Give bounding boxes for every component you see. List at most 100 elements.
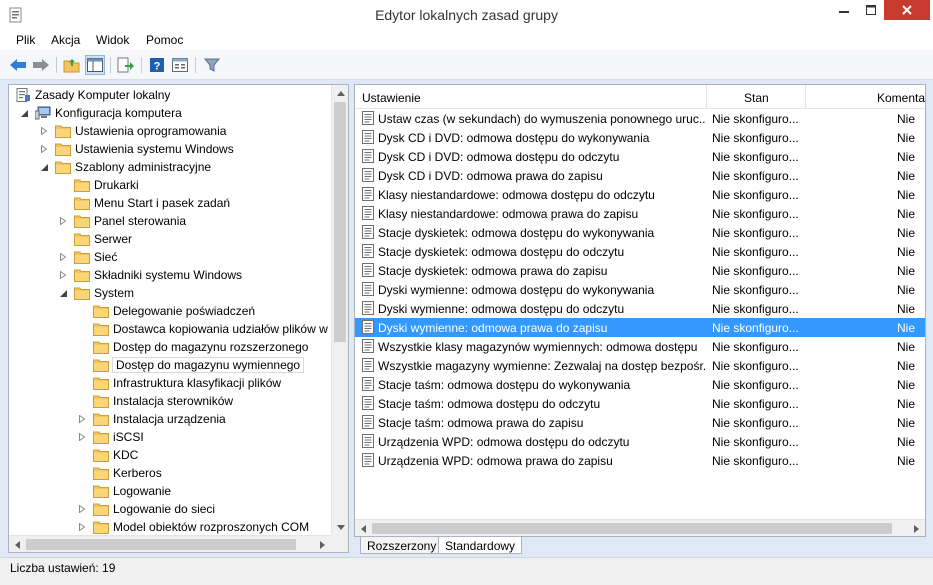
tab-rozszerzony[interactable]: Rozszerzony	[360, 537, 444, 554]
policy-setting-icon	[362, 358, 374, 372]
table-row[interactable]: Dysk CD i DVD: odmowa prawa do zapisu Nie…	[355, 166, 925, 185]
collapse-arrow-icon[interactable]	[58, 288, 68, 298]
table-row[interactable]: Urządzenia WPD: odmowa dostępu do odczyt…	[355, 432, 925, 451]
scrollbar-corner	[331, 535, 348, 552]
list-horizontal-scrollbar[interactable]	[355, 519, 925, 536]
forward-icon	[33, 59, 49, 71]
tree-item[interactable]: Delegowanie poświadczeń	[77, 302, 255, 320]
tree-item[interactable]: System	[58, 284, 134, 302]
setting-comment-cell: Nie	[897, 302, 916, 316]
scroll-thumb[interactable]	[372, 523, 892, 534]
tree-item[interactable]: Instalacja sterowników	[77, 392, 233, 410]
menu-pomoc[interactable]: Pomoc	[146, 33, 183, 47]
show-hide-tree-icon	[87, 58, 103, 72]
table-row[interactable]: Dyski wymienne: odmowa dostępu do odczyt…	[355, 299, 925, 318]
tree-item[interactable]: Ustawienia systemu Windows	[39, 140, 234, 158]
collapse-arrow-icon[interactable]	[19, 108, 29, 118]
tree-item[interactable]: Logowanie do sieci	[77, 500, 215, 518]
scroll-right-arrow[interactable]	[314, 536, 331, 552]
collapse-arrow-icon[interactable]	[39, 162, 49, 172]
table-row[interactable]: Klasy niestandardowe: odmowa prawa do za…	[355, 204, 925, 223]
tree-item[interactable]: Menu Start i pasek zadań	[58, 194, 230, 212]
table-row[interactable]: Stacje taśm: odmowa dostępu do wykonywan…	[355, 375, 925, 394]
setting-state-cell: Nie skonfiguro...	[712, 321, 799, 335]
table-row[interactable]: Dyski wymienne: odmowa dostępu do wykony…	[355, 280, 925, 299]
expand-arrow-icon[interactable]	[39, 126, 49, 136]
forward-button[interactable]	[31, 55, 51, 75]
table-row[interactable]: Stacje dyskietek: odmowa dostępu do wyko…	[355, 223, 925, 242]
tree-item[interactable]: Dostawca kopiowania udziałów plików w t	[77, 320, 334, 338]
tree-item[interactable]: Infrastruktura klasyfikacji plików	[77, 374, 281, 392]
table-row[interactable]: Dyski wymienne: odmowa prawa do zapisu Ni…	[355, 318, 925, 337]
tree-item[interactable]: Instalacja urządzenia	[77, 410, 226, 428]
filter-button[interactable]	[202, 55, 222, 75]
close-button[interactable]	[884, 0, 930, 20]
table-row[interactable]: Dysk CD i DVD: odmowa dostępu do wykonyw…	[355, 128, 925, 147]
table-row[interactable]: Stacje dyskietek: odmowa dostępu do odcz…	[355, 242, 925, 261]
table-row[interactable]: Stacje dyskietek: odmowa prawa do zapisu…	[355, 261, 925, 280]
scroll-thumb[interactable]	[334, 102, 346, 342]
expand-arrow-icon[interactable]	[58, 216, 68, 226]
menu-plik[interactable]: Plik	[16, 33, 35, 47]
scroll-left-arrow[interactable]	[355, 520, 372, 536]
tree-item[interactable]: Składniki systemu Windows	[58, 266, 242, 284]
table-row[interactable]: Urządzenia WPD: odmowa prawa do zapisu Ni…	[355, 451, 925, 470]
show-hide-tree-button[interactable]	[85, 55, 105, 75]
tree-item[interactable]: Dostęp do magazynu wymiennego	[77, 356, 305, 374]
tree-item[interactable]: Sieć	[58, 248, 117, 266]
table-row[interactable]: Wszystkie magazyny wymienne: Zezwalaj na…	[355, 356, 925, 375]
minimize-button[interactable]	[830, 0, 858, 20]
chevron-right-icon	[914, 524, 919, 533]
tree-item[interactable]: Kerberos	[77, 464, 162, 482]
table-row[interactable]: Stacje taśm: odmowa dostępu do odczytu Ni…	[355, 394, 925, 413]
tree-horizontal-scrollbar[interactable]	[9, 535, 331, 552]
tree-item[interactable]: Szablony administracyjne	[39, 158, 211, 176]
tree-item[interactable]: Ustawienia oprogramowania	[39, 122, 226, 140]
expand-arrow-icon[interactable]	[39, 144, 49, 154]
column-divider[interactable]	[805, 85, 806, 109]
expand-arrow-icon[interactable]	[77, 522, 87, 532]
table-row[interactable]: Stacje taśm: odmowa prawa do zapisu Nie s…	[355, 413, 925, 432]
table-row[interactable]: Klasy niestandardowe: odmowa dostępu do …	[355, 185, 925, 204]
export-list-button[interactable]	[116, 55, 136, 75]
column-header-setting[interactable]: Ustawienie	[362, 91, 421, 105]
scroll-left-arrow[interactable]	[9, 536, 26, 552]
tree-item[interactable]: Model obiektów rozproszonych COM	[77, 518, 309, 536]
tree-vertical-scrollbar[interactable]	[331, 85, 348, 536]
table-row[interactable]: Wszystkie klasy magazynów wymiennych: od…	[355, 337, 925, 356]
scroll-right-arrow[interactable]	[908, 520, 925, 536]
expand-arrow-icon[interactable]	[58, 270, 68, 280]
scroll-up-arrow[interactable]	[332, 85, 348, 102]
maximize-button[interactable]	[858, 0, 884, 20]
tree-item[interactable]: Serwer	[58, 230, 132, 248]
help-button[interactable]: ?	[147, 55, 167, 75]
menu-akcja[interactable]: Akcja	[51, 33, 80, 47]
tree-item[interactable]: Drukarki	[58, 176, 139, 194]
column-divider[interactable]	[706, 85, 707, 109]
table-row[interactable]: Ustaw czas (w sekundach) do wymuszenia p…	[355, 109, 925, 128]
tree-item[interactable]: Panel sterowania	[58, 212, 186, 230]
scroll-thumb[interactable]	[26, 539, 296, 550]
expand-arrow-icon[interactable]	[77, 432, 87, 442]
back-button[interactable]	[8, 55, 28, 75]
scroll-down-arrow[interactable]	[332, 519, 348, 536]
expand-arrow-icon[interactable]	[77, 504, 87, 514]
tree-item[interactable]: KDC	[77, 446, 138, 464]
column-header-state[interactable]: Stan	[744, 91, 769, 105]
folder-icon	[74, 214, 90, 228]
tab-standardowy[interactable]: Standardowy	[438, 537, 523, 554]
tree-item[interactable]: Dostęp do magazynu rozszerzonego	[77, 338, 308, 356]
table-row[interactable]: Dysk CD i DVD: odmowa dostępu do odczytu…	[355, 147, 925, 166]
menu-widok[interactable]: Widok	[96, 33, 129, 47]
expand-arrow-icon[interactable]	[77, 414, 87, 424]
up-folder-button[interactable]	[62, 55, 82, 75]
tree-item[interactable]: Logowanie	[77, 482, 171, 500]
tree-item[interactable]: Konfiguracja komputera	[19, 104, 182, 122]
tree-root[interactable]: Zasady Komputer lokalny	[15, 86, 170, 104]
expand-arrow-icon[interactable]	[58, 252, 68, 262]
properties-button[interactable]	[170, 55, 190, 75]
column-header-comment[interactable]: Komenta	[877, 91, 925, 105]
tree-item[interactable]: iSCSI	[77, 428, 144, 446]
